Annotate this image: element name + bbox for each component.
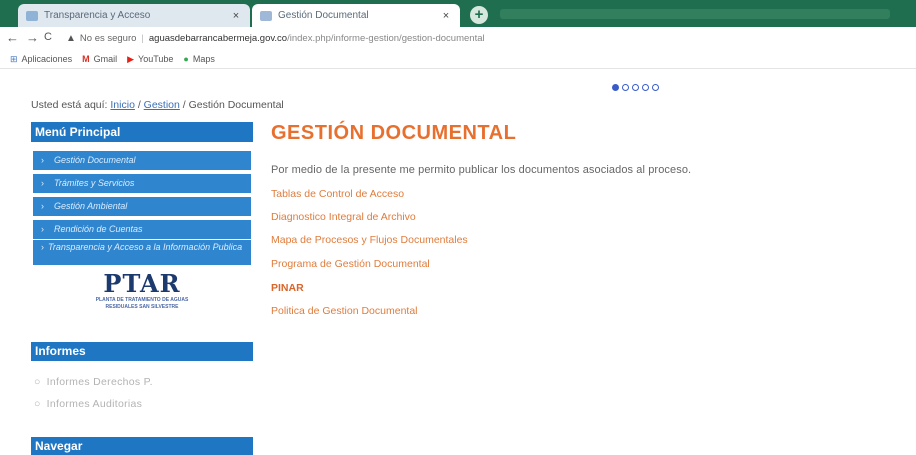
- site-favicon-icon: [26, 10, 38, 21]
- doc-link-programa-gestion[interactable]: Programa de Gestión Documental: [271, 258, 430, 270]
- bullet-icon: ○: [34, 376, 41, 388]
- bookmark-label: Aplicaciones: [21, 54, 73, 64]
- chevron-right-icon: ›: [41, 178, 44, 188]
- intro-text: Por medio de la presente me permito publ…: [271, 164, 692, 176]
- forward-arrow-icon[interactable]: →: [26, 30, 39, 45]
- menu-item-label: Gestión Documental: [54, 155, 136, 165]
- slider-pagination: [612, 84, 659, 91]
- breadcrumb-link-inicio[interactable]: Inicio: [110, 99, 135, 111]
- browser-tab-gestion-documental[interactable]: Gestión Documental ×: [252, 4, 460, 27]
- gmail-icon: M: [82, 54, 90, 64]
- chevron-right-icon: ›: [41, 155, 44, 165]
- apps-grid-icon: ⊞: [10, 53, 18, 64]
- informes-header: Informes: [31, 342, 253, 361]
- close-tab-icon[interactable]: ×: [438, 10, 454, 22]
- bookmark-label: Gmail: [93, 54, 118, 64]
- bookmark-youtube[interactable]: ▶ YouTube: [127, 54, 173, 65]
- navegar-header: Navegar: [31, 437, 253, 455]
- menu-item-rendicion-cuentas[interactable]: › Rendición de Cuentas: [33, 220, 251, 240]
- ptar-logo[interactable]: PTAR PLANTA DE TRATAMIENTO DE AGUAS RESI…: [33, 271, 251, 321]
- ptar-logo-subtitle: RESIDUALES SAN SILVESTRE: [105, 304, 179, 310]
- main-menu-header: Menú Principal: [31, 122, 253, 142]
- menu-item-transparencia[interactable]: › Transparencia y Acceso a la Información…: [33, 240, 251, 266]
- bookmarks-bar: ⊞ Aplicaciones M Gmail ▶ YouTube ● Maps: [0, 50, 916, 69]
- informes-link-derechos[interactable]: ○ Informes Derechos P.: [34, 376, 153, 388]
- menu-item-label: Trámites y Servicios: [54, 178, 135, 188]
- page-title: GESTIÓN DOCUMENTAL: [271, 122, 517, 144]
- tab-title: Gestión Documental: [278, 10, 369, 21]
- bullet-icon: ○: [34, 398, 41, 410]
- warning-triangle-icon[interactable]: ▲: [66, 33, 76, 44]
- doc-link-pinar[interactable]: PINAR: [271, 282, 304, 294]
- url-host: aguasdebarrancabermeja.gov.co: [148, 33, 288, 44]
- informes-link-label: Informes Derechos P.: [46, 376, 153, 388]
- security-label: No es seguro: [79, 33, 137, 44]
- browser-tab-bar: Transparencia y Acceso × Gestión Documen…: [0, 0, 916, 27]
- breadcrumb: Usted está aquí: Inicio / Gestion / Gest…: [31, 99, 284, 111]
- site-favicon-icon: [260, 10, 272, 21]
- breadcrumb-current: Gestión Documental: [188, 99, 284, 111]
- breadcrumb-link-gestion[interactable]: Gestion: [144, 99, 180, 111]
- menu-item-gestion-ambiental[interactable]: › Gestión Ambiental: [33, 197, 251, 217]
- back-arrow-icon[interactable]: ←: [6, 30, 19, 45]
- chevron-right-icon: ›: [41, 224, 44, 234]
- menu-item-tramites-servicios[interactable]: › Trámites y Servicios: [33, 174, 251, 194]
- url-path: /index.php/informe-gestion/gestion-docum…: [287, 33, 485, 44]
- ptar-logo-title: PTAR: [103, 269, 181, 298]
- informes-link-label: Informes Auditorias: [46, 398, 143, 410]
- slider-dot-5[interactable]: [652, 84, 659, 91]
- browser-tab-transparencia[interactable]: Transparencia y Acceso ×: [18, 4, 250, 27]
- bookmark-maps[interactable]: ● Maps: [183, 54, 214, 64]
- bookmark-gmail[interactable]: M Gmail: [82, 54, 117, 64]
- doc-link-mapa-procesos[interactable]: Mapa de Procesos y Flujos Documentales: [271, 234, 468, 246]
- menu-item-gestion-documental[interactable]: › Gestión Documental: [33, 151, 251, 171]
- url-field[interactable]: ▲ No es seguro | aguasdebarrancabermeja.…: [66, 31, 906, 46]
- reload-icon[interactable]: C: [44, 31, 52, 43]
- informes-link-auditorias[interactable]: ○ Informes Auditorias: [34, 398, 142, 410]
- chevron-right-icon: ›: [41, 201, 44, 211]
- menu-item-label: Transparencia y Acceso a la Información …: [48, 242, 243, 252]
- slider-dot-4[interactable]: [642, 84, 649, 91]
- breadcrumb-separator: /: [137, 99, 141, 111]
- new-tab-button[interactable]: +: [470, 6, 488, 24]
- bookmark-label: YouTube: [138, 54, 174, 64]
- breadcrumb-prefix: Usted está aquí:: [31, 99, 108, 111]
- youtube-icon: ▶: [127, 53, 135, 64]
- doc-link-tablas-control[interactable]: Tablas de Control de Acceso: [271, 188, 404, 200]
- breadcrumb-separator: /: [182, 99, 186, 111]
- bookmark-label: Maps: [192, 54, 215, 64]
- menu-item-label: Rendición de Cuentas: [54, 224, 143, 234]
- bookmark-aplicaciones[interactable]: ⊞ Aplicaciones: [10, 54, 72, 65]
- tab-title: Transparencia y Acceso: [44, 10, 151, 21]
- slider-dot-1[interactable]: [612, 84, 619, 91]
- slider-dot-2[interactable]: [622, 84, 629, 91]
- slider-dot-3[interactable]: [632, 84, 639, 91]
- close-tab-icon[interactable]: ×: [228, 10, 244, 22]
- chevron-right-icon: ›: [41, 242, 44, 252]
- doc-link-diagnostico[interactable]: Diagnostico Integral de Archivo: [271, 211, 416, 223]
- menu-item-label: Gestión Ambiental: [54, 201, 128, 211]
- maps-pin-icon: ●: [183, 54, 189, 64]
- tab-strip-overflow: [500, 9, 890, 19]
- ptar-logo-subtitle: PLANTA DE TRATAMIENTO DE AGUAS: [95, 297, 189, 303]
- address-bar-row: ← → C ▲ No es seguro | aguasdebarrancabe…: [0, 27, 916, 50]
- doc-link-politica[interactable]: Politica de Gestion Documental: [271, 305, 418, 317]
